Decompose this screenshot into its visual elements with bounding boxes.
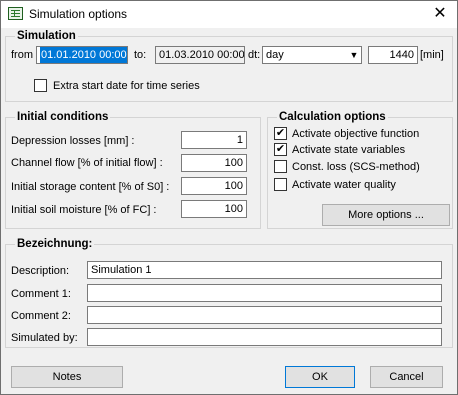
close-icon[interactable]: ✕ (423, 1, 457, 28)
initial-soil-moisture-field[interactable]: 100 (181, 200, 247, 218)
app-icon (8, 7, 23, 20)
bezeichnung-title: Bezeichnung: (15, 238, 95, 251)
more-options-button[interactable]: More options ... (322, 204, 450, 226)
to-date-field[interactable]: 01.03.2010 00:00 (155, 46, 245, 64)
chevron-down-icon[interactable]: ▼ (346, 47, 361, 63)
dt-select-value: day (266, 49, 284, 61)
ok-button[interactable]: OK (285, 366, 355, 388)
water-quality-label: Activate water quality (292, 179, 396, 191)
comment2-label: Comment 2: (11, 310, 71, 322)
simulation-group-title: Simulation (15, 30, 78, 43)
depression-losses-label: Depression losses [mm] : (11, 135, 135, 147)
from-date-field[interactable]: 01.01.2010 00:00 (36, 46, 128, 64)
const-loss-checkbox[interactable] (274, 160, 287, 173)
initial-storage-label: Initial storage content [% of S0] : (11, 181, 170, 193)
comment2-field[interactable] (87, 306, 442, 324)
initial-conditions-title: Initial conditions (15, 111, 111, 124)
state-variables-checkbox[interactable]: ✔ (274, 143, 287, 156)
comment1-label: Comment 1: (11, 288, 71, 300)
simulated-by-label: Simulated by: (11, 332, 78, 344)
comment1-field[interactable] (87, 284, 442, 302)
water-quality-checkbox[interactable] (274, 178, 287, 191)
extra-start-checkbox[interactable] (34, 79, 47, 92)
cancel-button[interactable]: Cancel (370, 366, 443, 388)
simulation-options-dialog: Simulation options ✕ Simulation from 01.… (0, 0, 458, 395)
objective-function-label: Activate objective function (292, 128, 420, 140)
dt-select[interactable]: day ▼ (262, 46, 362, 64)
state-variables-label: Activate state variables (292, 144, 406, 156)
extra-start-label: Extra start date for time series (53, 80, 200, 92)
simulated-by-field[interactable] (87, 328, 442, 346)
const-loss-label: Const. loss (SCS-method) (292, 161, 420, 173)
description-label: Description: (11, 265, 70, 277)
objective-function-checkbox[interactable]: ✔ (274, 127, 287, 140)
description-field[interactable]: Simulation 1 (87, 261, 442, 279)
minutes-field[interactable]: 1440 (368, 46, 418, 64)
from-label: from (11, 49, 33, 61)
title-bar: Simulation options ✕ (1, 1, 457, 28)
to-label: to: (134, 49, 147, 61)
dt-label: dt: (248, 49, 261, 61)
minutes-unit-label: [min] (420, 49, 444, 61)
initial-storage-field[interactable]: 100 (181, 177, 247, 195)
initial-soil-moisture-label: Initial soil moisture [% of FC] : (11, 204, 157, 216)
depression-losses-field[interactable]: 1 (181, 131, 247, 149)
channel-flow-field[interactable]: 100 (181, 154, 247, 172)
calculation-options-title: Calculation options (277, 111, 388, 124)
window-title: Simulation options (29, 7, 128, 21)
channel-flow-label: Channel flow [% of initial flow] : (11, 157, 163, 169)
from-date-value: 01.01.2010 00:00 (40, 47, 127, 63)
notes-button[interactable]: Notes (11, 366, 123, 388)
